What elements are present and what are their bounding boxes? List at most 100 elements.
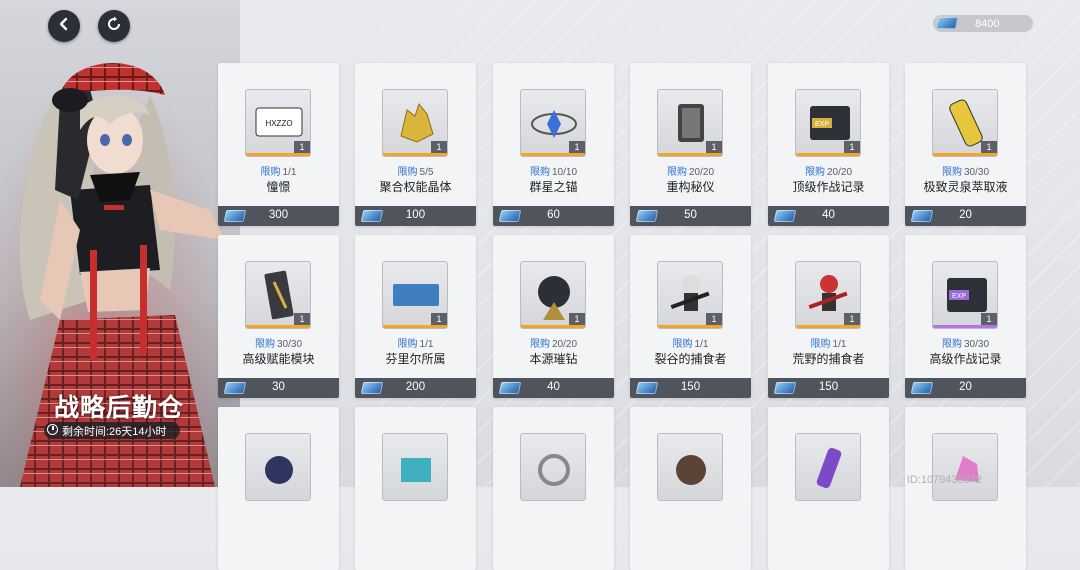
item-thumbnail: 1 [382, 89, 448, 157]
rarity-bar [383, 153, 447, 156]
buy-button[interactable]: 30 [218, 378, 339, 398]
item-thumbnail: 1 [382, 261, 448, 329]
refresh-button[interactable] [98, 10, 130, 42]
purchase-limit: 限购 10/10 [493, 163, 614, 178]
cyan-crystal-icon [383, 458, 447, 500]
item-name: 顶级作战记录 [792, 180, 865, 194]
rarity-bar [383, 325, 447, 328]
item-price: 40 [547, 381, 560, 393]
purchase-limit-value: 30/30 [276, 339, 303, 350]
item-thumbnail: 1 [520, 261, 586, 329]
item-thumbnail [657, 433, 723, 501]
rarity-bar [521, 325, 585, 328]
buy-button[interactable]: 40 [493, 378, 614, 398]
blue-chip-currency-icon [935, 17, 959, 29]
rarity-bar [246, 153, 310, 156]
clock-icon [47, 424, 58, 435]
exp-label-text: EXP [952, 293, 966, 300]
purchase-limit: 限购 20/20 [493, 335, 614, 350]
buy-button[interactable]: 20 [905, 378, 1026, 398]
item-name: 芬里尔所属 [385, 352, 446, 366]
item-name: 聚合权能晶体 [379, 180, 452, 194]
purchase-limit-value: 20/20 [551, 339, 578, 350]
buy-button[interactable]: 50 [630, 206, 751, 226]
purchase-limit-label: 限购 [397, 167, 418, 178]
purchase-limit-value: 1/1 [282, 167, 297, 178]
item-thumbnail: HXZZO 1 [245, 89, 311, 157]
item-quantity: 1 [294, 141, 310, 153]
purchase-limit-label: 限购 [260, 167, 281, 178]
purchase-limit: 限购 1/1 [355, 335, 476, 350]
item-thumbnail [520, 433, 586, 501]
rarity-bar [933, 325, 997, 328]
remaining-time: 剩余时间:26天14小时 [44, 422, 180, 439]
shop-item-card[interactable] [493, 407, 614, 570]
buy-button[interactable]: 300 [218, 206, 339, 226]
purchase-limit-label: 限购 [397, 339, 418, 350]
item-quantity: 1 [569, 313, 585, 325]
shop-item-card[interactable]: 1 限购 1/1 裂谷的捕食者 150 [630, 235, 751, 398]
shop-item-card[interactable]: EXP 1 限购 20/20 顶级作战记录 40 [768, 63, 889, 226]
shop-item-card[interactable]: 1 限购 5/5 聚合权能晶体 100 [355, 63, 476, 226]
purchase-limit-label: 限购 [810, 339, 831, 350]
back-button[interactable] [48, 10, 80, 42]
item-thumbnail: EXP 1 [932, 261, 998, 329]
shop-item-card[interactable] [905, 407, 1026, 570]
rarity-bar [796, 153, 860, 156]
rarity-bar [246, 325, 310, 328]
remaining-time-text: 剩余时间:26天14小时 [62, 425, 167, 438]
buy-button[interactable]: 150 [630, 378, 751, 398]
shop-item-card[interactable]: 1 限购 1/1 荒野的捕食者 150 [768, 235, 889, 398]
item-name: 重构秘仪 [666, 180, 715, 194]
purchase-limit: 限购 1/1 [218, 163, 339, 178]
purchase-limit-label: 限购 [666, 167, 687, 178]
item-price: 300 [268, 209, 289, 221]
shop-item-card[interactable] [768, 407, 889, 570]
shop-item-card[interactable]: HXZZO 1 限购 1/1 憧憬 300 [218, 63, 339, 226]
shop-item-card[interactable]: 1 限购 20/20 本源璀钻 40 [493, 235, 614, 398]
buy-button[interactable]: 40 [768, 206, 889, 226]
item-quantity: 1 [431, 141, 447, 153]
item-price: 20 [959, 381, 972, 393]
shop-item-card[interactable]: EXP 1 限购 30/30 高级作战记录 20 [905, 235, 1026, 398]
shop-item-card[interactable]: 1 限购 30/30 极致灵泉萃取液 20 [905, 63, 1026, 226]
shop-item-card[interactable]: 1 限购 30/30 高级赋能模块 30 [218, 235, 339, 398]
item-thumbnail: 1 [520, 89, 586, 157]
item-name: 荒野的捕食者 [792, 352, 865, 366]
tag-card-text: HXZZO [265, 119, 292, 128]
item-price: 20 [959, 209, 972, 221]
item-thumbnail: 1 [657, 89, 723, 157]
pink-crystal-icon [933, 456, 997, 500]
shop-item-card[interactable]: 1 限购 10/10 群星之锚 60 [493, 63, 614, 226]
dark-orb-icon [246, 456, 310, 500]
shop-item-card[interactable]: 1 限购 1/1 芬里尔所属 200 [355, 235, 476, 398]
item-quantity: 1 [294, 313, 310, 325]
item-quantity: 1 [706, 313, 722, 325]
buy-button[interactable]: 60 [493, 206, 614, 226]
buy-button[interactable]: 100 [355, 206, 476, 226]
shop-item-card[interactable]: 1 限购 20/20 重构秘仪 50 [630, 63, 751, 226]
rarity-bar [658, 153, 722, 156]
buy-button[interactable]: 20 [905, 206, 1026, 226]
item-quantity: 1 [844, 141, 860, 153]
buy-button[interactable]: 200 [355, 378, 476, 398]
purchase-limit-value: 5/5 [419, 167, 434, 178]
item-name: 本源璀钻 [529, 352, 578, 366]
item-name: 高级赋能模块 [242, 352, 315, 366]
shop-item-card[interactable] [355, 407, 476, 570]
item-name: 高级作战记录 [929, 352, 1002, 366]
currency-amount: 8400 [975, 17, 1000, 30]
purchase-limit-label: 限购 [529, 167, 550, 178]
purchase-limit-value: 1/1 [832, 339, 847, 350]
shop-title: 战略后勤仓 [54, 394, 185, 422]
item-price: 150 [818, 381, 839, 393]
shop-item-card[interactable] [630, 407, 751, 570]
shop-item-card[interactable] [218, 407, 339, 570]
purchase-limit: 限购 20/20 [630, 163, 751, 178]
item-thumbnail: 1 [657, 261, 723, 329]
purchase-limit: 限购 30/30 [905, 163, 1026, 178]
item-price: 100 [405, 209, 426, 221]
buy-button[interactable]: 150 [768, 378, 889, 398]
purchase-limit: 限购 5/5 [355, 163, 476, 178]
item-price: 40 [822, 209, 835, 221]
